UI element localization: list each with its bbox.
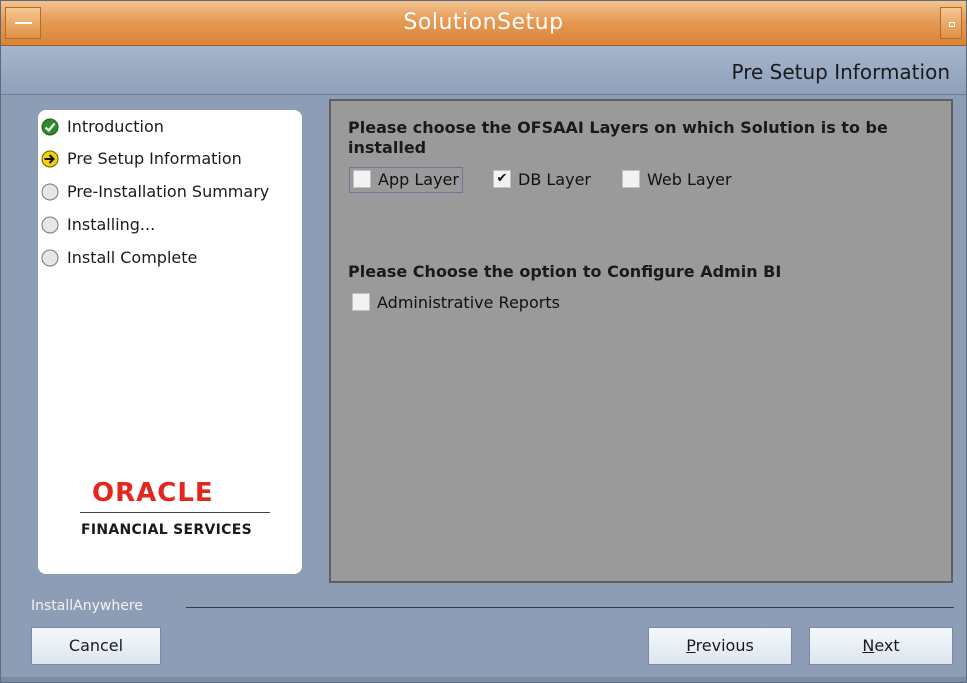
checkbox-box[interactable] (622, 169, 640, 188)
step-introduction: Introduction (41, 116, 164, 138)
mnemonic: P (686, 636, 696, 655)
step-header: Pre Setup Information (1, 46, 966, 95)
logo-subtitle: FINANCIAL SERVICES (81, 522, 252, 538)
step-label: Pre Setup Information (67, 149, 242, 168)
step-pre-installation-summary: Pre-Installation Summary (41, 181, 269, 203)
title-bar[interactable]: SolutionSetup (1, 1, 966, 46)
checkbox-box[interactable] (352, 292, 370, 311)
checkbox-box[interactable] (353, 169, 371, 188)
layers-question: Please choose the OFSAAI Layers on which… (348, 118, 888, 157)
maximize-icon (949, 22, 955, 27)
web-layer-checkbox[interactable]: Web Layer (622, 168, 732, 192)
mnemonic: N (862, 636, 875, 655)
step-label: Introduction (67, 117, 164, 136)
checkmark-icon[interactable]: ✔ (493, 169, 511, 188)
step-label: Installing... (67, 215, 156, 234)
check-icon (41, 118, 59, 136)
next-label-rest: ext (874, 636, 900, 655)
admin-bi-question: Please Choose the option to Configure Ad… (348, 262, 782, 281)
next-button[interactable]: Next (809, 627, 953, 665)
checkbox-label: App Layer (378, 170, 459, 189)
circle-icon (41, 216, 59, 234)
arrow-icon (41, 150, 59, 168)
maximize-button[interactable] (940, 7, 962, 39)
app-layer-checkbox[interactable]: App Layer (349, 167, 463, 193)
db-layer-checkbox[interactable]: ✔ DB Layer (493, 168, 591, 192)
step-label: Pre-Installation Summary (67, 182, 270, 201)
administrative-reports-checkbox[interactable]: Administrative Reports (352, 291, 560, 315)
bottom-strip (1, 677, 966, 682)
previous-button[interactable]: Previous (648, 627, 792, 665)
window-title: SolutionSetup (403, 10, 564, 35)
steps-panel: Introduction Pre Setup Information Pre-I… (38, 110, 302, 574)
oracle-logo: ORACLE (92, 478, 214, 508)
step-title: Pre Setup Information (731, 60, 951, 84)
installer-window: SolutionSetup Pre Setup Information Intr… (0, 0, 967, 683)
footer-divider (186, 607, 954, 608)
checkbox-label: DB Layer (518, 170, 591, 189)
step-label: Install Complete (67, 248, 198, 267)
cancel-button[interactable]: Cancel (31, 627, 161, 665)
content-panel: Please choose the OFSAAI Layers on which… (329, 99, 953, 583)
checkbox-label: Web Layer (647, 170, 732, 189)
circle-icon (41, 249, 59, 267)
step-install-complete: Install Complete (41, 247, 197, 269)
step-installing: Installing... (41, 214, 155, 236)
step-pre-setup-information: Pre Setup Information (41, 148, 242, 170)
previous-label-rest: revious (695, 636, 754, 655)
logo-divider (80, 512, 270, 513)
installer-label: InstallAnywhere (31, 598, 143, 614)
circle-icon (41, 183, 59, 201)
checkbox-label: Administrative Reports (377, 293, 560, 312)
